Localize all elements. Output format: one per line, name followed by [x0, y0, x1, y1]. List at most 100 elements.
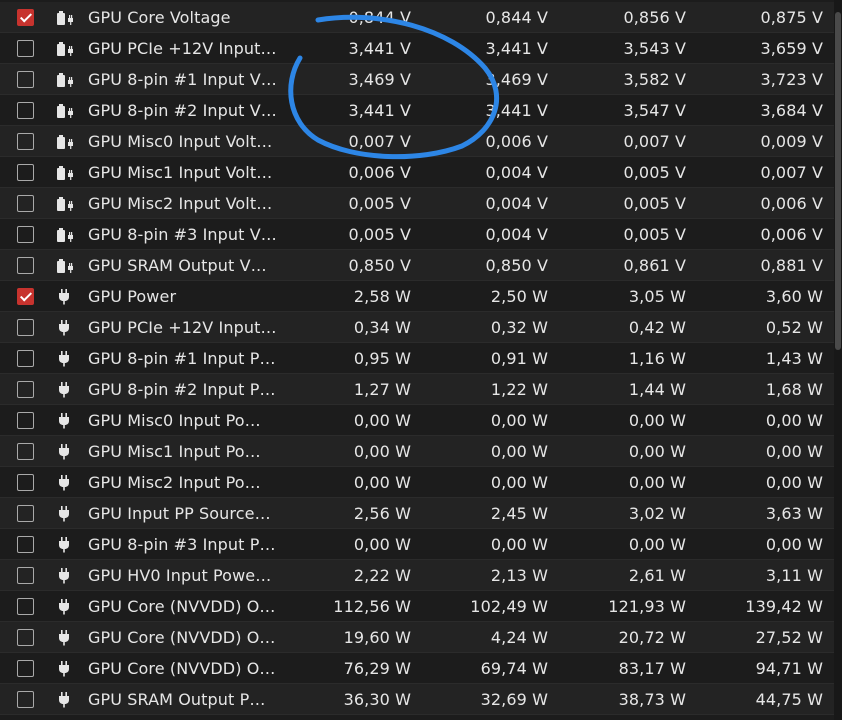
- battery-plug-icon: [55, 164, 75, 181]
- avg-value: 0,861 V: [623, 256, 686, 275]
- row-checkbox[interactable]: [17, 381, 34, 398]
- power-plug-icon: [55, 474, 75, 491]
- row-checkbox[interactable]: [17, 9, 34, 26]
- sensor-name: GPU SRAM Output P…: [88, 690, 266, 709]
- min-value: 0,00 W: [490, 535, 548, 554]
- row-checkbox[interactable]: [17, 598, 34, 615]
- row-checkbox[interactable]: [17, 350, 34, 367]
- table-row[interactable]: GPU Misc1 Input Volt… 0,006 V 0,004 V 0,…: [0, 157, 834, 188]
- sensor-name: GPU Misc1 Input Volt…: [88, 163, 273, 182]
- row-checkbox[interactable]: [17, 319, 34, 336]
- table-row[interactable]: GPU HV0 Input Powe… 2,22 W 2,13 W 2,61 W…: [0, 560, 834, 591]
- table-row[interactable]: GPU SRAM Output P… 36,30 W 32,69 W 38,73…: [0, 684, 834, 715]
- table-row[interactable]: GPU 8-pin #3 Input V… 0,005 V 0,004 V 0,…: [0, 219, 834, 250]
- table-row[interactable]: GPU 8-pin #2 Input V… 3,441 V 3,441 V 3,…: [0, 95, 834, 126]
- row-checkbox[interactable]: [17, 164, 34, 181]
- max-value: 3,723 V: [760, 70, 823, 89]
- row-checkbox[interactable]: [17, 629, 34, 646]
- row-checkbox[interactable]: [17, 474, 34, 491]
- current-value: 2,56 W: [353, 504, 411, 523]
- table-row[interactable]: GPU Power 2,58 W 2,50 W 3,05 W 3,60 W: [0, 281, 834, 312]
- battery-plug-icon: [55, 40, 75, 57]
- table-row[interactable]: GPU Core (NVVDD) O… 76,29 W 69,74 W 83,1…: [0, 653, 834, 684]
- min-value: 32,69 W: [480, 690, 548, 709]
- current-value: 112,56 W: [333, 597, 411, 616]
- table-row[interactable]: GPU Input PP Source… 2,56 W 2,45 W 3,02 …: [0, 498, 834, 529]
- sensor-name: GPU 8-pin #1 Input P…: [88, 349, 276, 368]
- table-row[interactable]: GPU 8-pin #3 Input P… 0,00 W 0,00 W 0,00…: [0, 529, 834, 560]
- avg-value: 3,05 W: [628, 287, 686, 306]
- max-value: 139,42 W: [745, 597, 823, 616]
- row-checkbox[interactable]: [17, 660, 34, 677]
- table-row[interactable]: GPU Misc0 Input Po… 0,00 W 0,00 W 0,00 W…: [0, 405, 834, 436]
- row-checkbox[interactable]: [17, 536, 34, 553]
- max-value: 1,43 W: [765, 349, 823, 368]
- vertical-scrollbar[interactable]: [834, 0, 842, 720]
- power-plug-icon: [55, 629, 75, 646]
- min-value: 0,004 V: [485, 194, 548, 213]
- battery-plug-icon: [55, 133, 75, 150]
- min-value: 0,004 V: [485, 163, 548, 182]
- max-value: 0,00 W: [765, 473, 823, 492]
- min-value: 2,45 W: [490, 504, 548, 523]
- row-checkbox[interactable]: [17, 133, 34, 150]
- min-value: 0,00 W: [490, 442, 548, 461]
- row-checkbox[interactable]: [17, 40, 34, 57]
- table-row[interactable]: GPU 8-pin #2 Input P… 1,27 W 1,22 W 1,44…: [0, 374, 834, 405]
- current-value: 36,30 W: [343, 690, 411, 709]
- min-value: 2,50 W: [490, 287, 548, 306]
- table-row[interactable]: GPU Misc0 Input Volt… 0,007 V 0,006 V 0,…: [0, 126, 834, 157]
- battery-plug-icon: [55, 226, 75, 243]
- row-checkbox[interactable]: [17, 412, 34, 429]
- sensor-name: GPU 8-pin #2 Input P…: [88, 380, 276, 399]
- table-row[interactable]: GPU Misc1 Input Po… 0,00 W 0,00 W 0,00 W…: [0, 436, 834, 467]
- min-value: 69,74 W: [480, 659, 548, 678]
- current-value: 1,27 W: [353, 380, 411, 399]
- max-value: 0,52 W: [765, 318, 823, 337]
- table-row[interactable]: GPU 8-pin #1 Input P… 0,95 W 0,91 W 1,16…: [0, 343, 834, 374]
- table-row[interactable]: GPU Core (NVVDD) O… 19,60 W 4,24 W 20,72…: [0, 622, 834, 653]
- current-value: 0,005 V: [348, 225, 411, 244]
- current-value: 76,29 W: [343, 659, 411, 678]
- current-value: 3,441 V: [348, 39, 411, 58]
- avg-value: 1,44 W: [628, 380, 686, 399]
- table-row[interactable]: GPU 8-pin #1 Input V… 3,469 V 3,469 V 3,…: [0, 64, 834, 95]
- sensor-name: GPU 8-pin #3 Input V…: [88, 225, 277, 244]
- table-row[interactable]: GPU SRAM Output V… 0,850 V 0,850 V 0,861…: [0, 250, 834, 281]
- table-row[interactable]: GPU Core (NVVDD) O… 112,56 W 102,49 W 12…: [0, 591, 834, 622]
- row-checkbox[interactable]: [17, 288, 34, 305]
- row-checkbox[interactable]: [17, 691, 34, 708]
- current-value: 0,95 W: [353, 349, 411, 368]
- current-value: 0,844 V: [348, 8, 411, 27]
- sensor-name: GPU 8-pin #3 Input P…: [88, 535, 276, 554]
- row-checkbox[interactable]: [17, 505, 34, 522]
- row-checkbox[interactable]: [17, 71, 34, 88]
- row-checkbox[interactable]: [17, 443, 34, 460]
- avg-value: 20,72 W: [618, 628, 686, 647]
- battery-plug-icon: [55, 9, 75, 26]
- row-checkbox[interactable]: [17, 567, 34, 584]
- table-row[interactable]: GPU PCIe +12V Input… 3,441 V 3,441 V 3,5…: [0, 33, 834, 64]
- sensor-name: GPU Misc1 Input Po…: [88, 442, 261, 461]
- power-plug-icon: [55, 319, 75, 336]
- table-row[interactable]: GPU Core Voltage 0,844 V 0,844 V 0,856 V…: [0, 2, 834, 33]
- sensor-name: GPU 8-pin #2 Input V…: [88, 101, 277, 120]
- sensor-name: GPU SRAM Output V…: [88, 256, 267, 275]
- current-value: 0,00 W: [353, 442, 411, 461]
- scrollbar-thumb[interactable]: [835, 12, 841, 350]
- table-row[interactable]: GPU Misc2 Input Volt… 0,005 V 0,004 V 0,…: [0, 188, 834, 219]
- row-checkbox[interactable]: [17, 257, 34, 274]
- battery-plug-icon: [55, 71, 75, 88]
- power-plug-icon: [55, 412, 75, 429]
- min-value: 3,441 V: [485, 101, 548, 120]
- sensor-name: GPU Misc2 Input Volt…: [88, 194, 273, 213]
- row-checkbox[interactable]: [17, 226, 34, 243]
- avg-value: 0,007 V: [623, 132, 686, 151]
- table-row[interactable]: GPU PCIe +12V Input… 0,34 W 0,32 W 0,42 …: [0, 312, 834, 343]
- row-checkbox[interactable]: [17, 195, 34, 212]
- table-row[interactable]: GPU Misc2 Input Po… 0,00 W 0,00 W 0,00 W…: [0, 467, 834, 498]
- row-checkbox[interactable]: [17, 102, 34, 119]
- current-value: 3,441 V: [348, 101, 411, 120]
- current-value: 2,22 W: [353, 566, 411, 585]
- avg-value: 0,00 W: [628, 535, 686, 554]
